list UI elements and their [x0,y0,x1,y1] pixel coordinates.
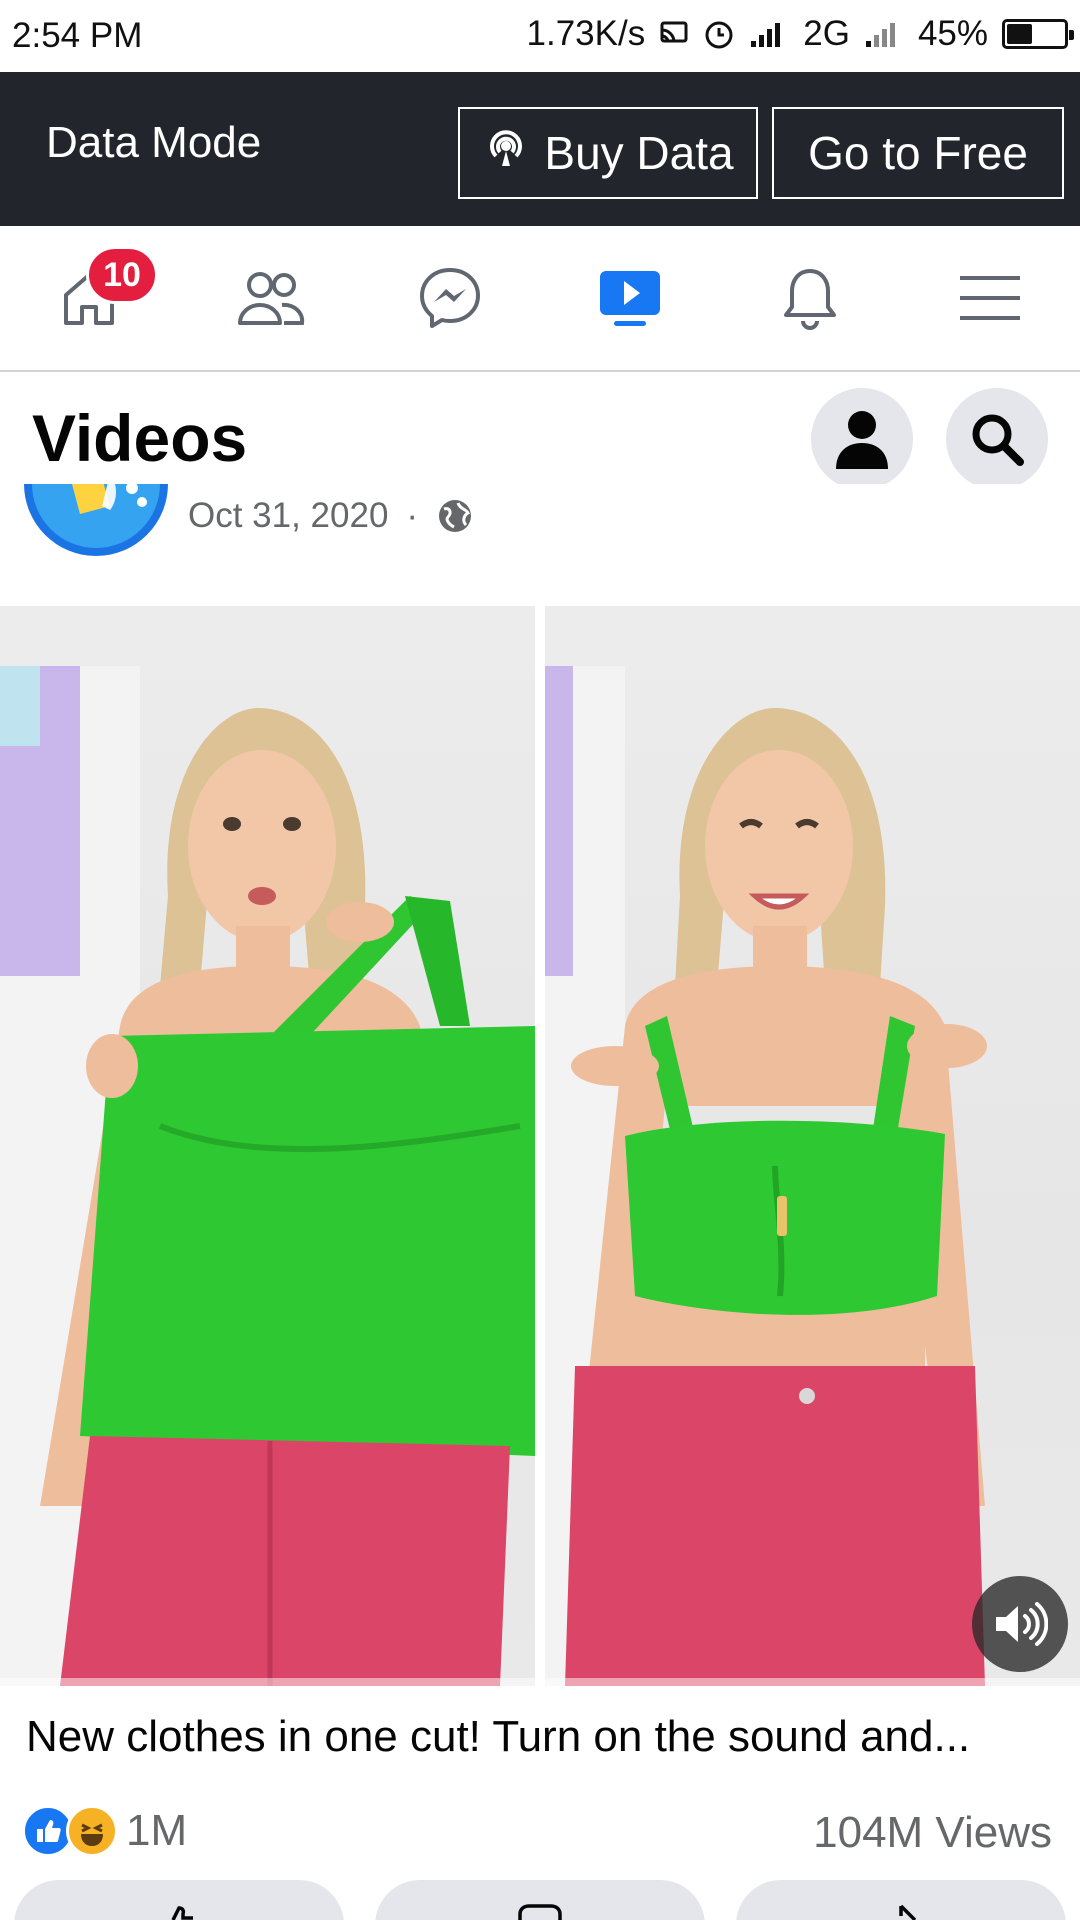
search-button[interactable] [946,388,1048,490]
data-mode-bar: Data Mode Buy Data Go to Free [0,72,1080,226]
buy-data-button[interactable]: Buy Data [458,107,758,199]
bell-icon [784,269,836,330]
haha-reaction-icon [66,1805,118,1857]
reaction-count: 1M [126,1806,188,1855]
post-date-row: Oct 31, 2020 · [188,496,474,536]
video-player[interactable] [0,606,1080,1686]
broadcast-icon [482,124,530,183]
share-icon [899,1904,917,1920]
post-meta: Oct 31, 2020 · [0,484,1080,604]
view-count: 104M Views [813,1808,1052,1857]
status-time: 2:54 PM [12,16,143,55]
go-to-free-label: Go to Free [808,127,1028,179]
video-icon [600,271,660,326]
go-to-free-button[interactable]: Go to Free [772,107,1064,199]
signal-icon [749,19,789,49]
tab-messenger[interactable] [405,256,495,340]
videos-header: Videos [0,372,1080,490]
globe-icon [439,500,472,532]
data-mode-label: Data Mode [46,118,262,167]
alarm-icon [703,18,735,50]
video-frame-before [0,606,535,1686]
battery-percent: 45% [917,14,988,53]
tab-friends[interactable] [225,256,315,340]
share-action-button[interactable] [736,1880,1066,1920]
video-progress-bar[interactable] [0,1678,1080,1686]
post-date: Oct 31, 2020 [188,496,389,535]
notification-badge: 10 [86,246,158,304]
tab-menu[interactable] [945,256,1035,340]
profile-button[interactable] [811,388,913,490]
dot-separator: · [406,496,419,535]
top-nav: 10 [0,226,1080,372]
network-type: 2G [803,14,850,53]
friends-icon [238,272,305,325]
status-bar: 2:54 PM 1.73K/s 2G 45% [0,0,1080,72]
video-frame-after [545,606,1080,1686]
messenger-icon [420,268,480,328]
like-action-button[interactable] [14,1880,344,1920]
menu-icon [960,276,1020,320]
tab-videos[interactable] [585,256,675,340]
lightbulb-icon [72,484,147,514]
tab-notifications[interactable] [765,256,855,340]
page-avatar[interactable] [24,484,168,556]
buy-data-label: Buy Data [544,127,734,179]
signal-weak-icon [864,19,904,49]
like-icon [171,1906,193,1920]
battery-icon [1002,19,1074,49]
search-icon [972,414,1024,466]
comment-icon [518,1904,562,1920]
post-actions [0,1880,1080,1920]
comment-action-button[interactable] [375,1880,705,1920]
status-icons: 1.73K/s 2G 45% [526,14,1074,54]
page-title: Videos [32,401,248,475]
network-speed: 1.73K/s [526,14,646,53]
post-caption[interactable]: New clothes in one cut! Turn on the soun… [26,1712,1056,1762]
tab-home[interactable]: 10 [44,246,158,340]
person-icon [836,411,888,469]
speaker-icon [996,1602,1048,1646]
video-divider [535,606,545,1686]
reactions-summary[interactable]: 1M [22,1805,187,1857]
cast-icon [659,20,689,48]
sound-button[interactable] [972,1576,1068,1672]
